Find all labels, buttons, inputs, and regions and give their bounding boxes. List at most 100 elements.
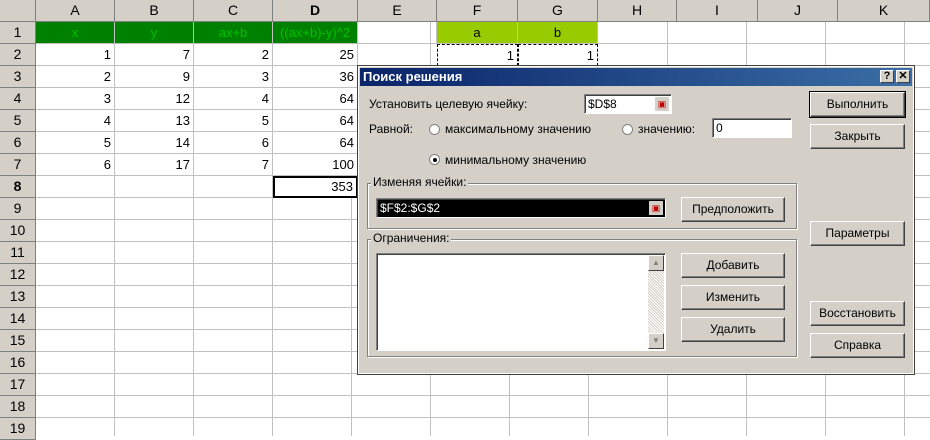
cell-g1[interactable]: b [518,22,598,44]
cell-a6[interactable]: 5 [36,132,115,154]
row-header-12[interactable]: 12 [0,264,36,286]
radio-max[interactable] [429,124,440,135]
cell-b7[interactable]: 17 [115,154,194,176]
value-input[interactable]: 0 [712,118,792,138]
cell-a5[interactable]: 4 [36,110,115,132]
reset-button[interactable]: Восстановить [810,301,905,326]
close-icon[interactable]: ✕ [896,70,910,83]
col-header-i[interactable]: I [677,0,758,22]
row-header-3[interactable]: 3 [0,66,36,88]
cell-b1[interactable]: y [115,22,194,44]
cell-d8[interactable]: 353 [273,176,358,198]
col-header-a[interactable]: A [36,0,115,22]
cell-d3[interactable]: 36 [273,66,358,88]
row-header-16[interactable]: 16 [0,352,36,374]
col-header-f[interactable]: F [437,0,518,22]
cell-a7[interactable]: 6 [36,154,115,176]
help-icon[interactable]: ? [880,70,894,83]
row-header-19[interactable]: 19 [0,418,36,440]
cell-c2[interactable]: 2 [194,44,273,66]
cell-b4[interactable]: 12 [115,88,194,110]
changing-cells-label: Изменяя ячейки: [371,175,469,189]
changing-cells-value: $F$2:$G$2 [380,201,441,215]
col-header-h[interactable]: H [598,0,677,22]
row-header-15[interactable]: 15 [0,330,36,352]
row-header-14[interactable]: 14 [0,308,36,330]
row-header-5[interactable]: 5 [0,110,36,132]
cell-c1[interactable]: ax+b [194,22,273,44]
cell-b5[interactable]: 13 [115,110,194,132]
col-header-e[interactable]: E [358,0,437,22]
changing-cells-input[interactable]: $F$2:$G$2 ▣ [376,198,666,218]
row-header-6[interactable]: 6 [0,132,36,154]
row-header-9[interactable]: 9 [0,198,36,220]
row-header-8[interactable]: 8 [0,176,36,198]
constraints-list[interactable]: ▲ ▼ [376,253,666,351]
dialog-titlebar[interactable]: Поиск решения ? ✕ [360,68,912,86]
row-header-10[interactable]: 10 [0,220,36,242]
cell-c5[interactable]: 5 [194,110,273,132]
cell-g2[interactable]: 1 [518,44,598,66]
cell-c6[interactable]: 6 [194,132,273,154]
cell-c7[interactable]: 7 [194,154,273,176]
cell-d4[interactable]: 64 [273,88,358,110]
row-header-13[interactable]: 13 [0,286,36,308]
col-header-j[interactable]: J [758,0,838,22]
radio-min-label[interactable]: минимальному значению [445,153,586,167]
help-button[interactable]: Справка [810,333,905,358]
row-header-18[interactable]: 18 [0,396,36,418]
col-header-g[interactable]: G [518,0,598,22]
solver-dialog: Поиск решения ? ✕ Установить целевую яче… [357,65,915,375]
cell-b6[interactable]: 14 [115,132,194,154]
row-header-11[interactable]: 11 [0,242,36,264]
guess-button[interactable]: Предположить [681,197,785,222]
row-header-1[interactable]: 1 [0,22,36,44]
close-button[interactable]: Закрыть [810,124,905,149]
cell-a1[interactable]: x [36,22,115,44]
constraints-scrollbar[interactable]: ▲ ▼ [648,255,664,349]
col-header-k[interactable]: K [838,0,930,22]
cell-a3[interactable]: 2 [36,66,115,88]
radio-min[interactable] [429,154,440,165]
scroll-up-icon[interactable]: ▲ [648,255,664,271]
cell-c4[interactable]: 4 [194,88,273,110]
select-all-corner[interactable] [0,0,36,22]
target-cell-value: $D$8 [588,97,617,111]
row-header-17[interactable]: 17 [0,374,36,396]
target-cell-label: Установить целевую ячейку: [369,97,528,111]
row-header-7[interactable]: 7 [0,154,36,176]
cell-d2[interactable]: 25 [273,44,358,66]
cell-d7[interactable]: 100 [273,154,358,176]
cell-f2[interactable]: 1 [437,44,518,66]
parameters-button[interactable]: Параметры [810,221,905,246]
equal-to-label: Равной: [369,122,413,136]
cell-a2[interactable]: 1 [36,44,115,66]
row-header-2[interactable]: 2 [0,44,36,66]
delete-button[interactable]: Удалить [681,317,785,342]
constraints-label: Ограничения: [371,231,452,245]
cell-a4[interactable]: 3 [36,88,115,110]
change-button[interactable]: Изменить [681,285,785,310]
collapse-dialog-icon-2[interactable]: ▣ [649,201,663,215]
cell-d5[interactable]: 64 [273,110,358,132]
cell-d6[interactable]: 64 [273,132,358,154]
radio-max-label[interactable]: максимальному значению [445,122,591,136]
col-header-d[interactable]: D [273,0,358,22]
cell-b3[interactable]: 9 [115,66,194,88]
col-header-c[interactable]: C [194,0,273,22]
cell-b2[interactable]: 7 [115,44,194,66]
col-header-b[interactable]: B [115,0,194,22]
scroll-down-icon[interactable]: ▼ [648,333,664,349]
cell-f1[interactable]: a [437,22,518,44]
radio-value[interactable] [622,124,633,135]
cell-e1[interactable] [358,22,437,44]
add-button[interactable]: Добавить [681,253,785,278]
row-header-4[interactable]: 4 [0,88,36,110]
cell-d1[interactable]: ((ax+b)-y)^2 [273,22,358,44]
run-button[interactable]: Выполнить [809,91,906,118]
cell-c3[interactable]: 3 [194,66,273,88]
target-cell-input[interactable]: $D$8 ▣ [584,94,672,114]
dialog-title: Поиск решения [363,69,463,84]
radio-value-label[interactable]: значению: [638,122,695,136]
collapse-dialog-icon[interactable]: ▣ [655,97,669,111]
